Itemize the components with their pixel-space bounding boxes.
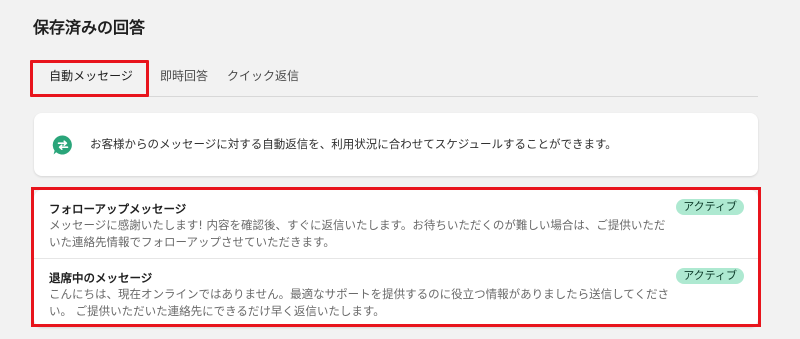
status-badge: アクティブ xyxy=(676,268,744,284)
page-title: 保存済みの回答 xyxy=(33,18,146,37)
message-body: こんにちは、現在オンラインではありません。最適なサポートを提供するのに役立つ情報… xyxy=(49,287,669,318)
chat-bubble-arrows-icon xyxy=(52,135,72,155)
tab-instant-replies[interactable]: 即時回答 xyxy=(156,62,212,95)
message-item-follow-up[interactable]: フォローアップメッセージ メッセージに感謝いたします! 内容を確認後、すぐに返信… xyxy=(34,190,758,259)
status-badge: アクティブ xyxy=(676,199,744,215)
message-title: 退席中のメッセージ xyxy=(49,271,153,285)
tab-label: 即時回答 xyxy=(159,69,208,83)
tab-quick-replies[interactable]: クイック返信 xyxy=(227,62,299,95)
tab-label: クイック返信 xyxy=(227,69,300,83)
tab-bar: 自動メッセージ 即時回答 クイック返信 xyxy=(33,62,758,97)
info-description: お客様からのメッセージに対する自動返信を、利用状況に合わせてスケジュールすること… xyxy=(90,137,617,151)
message-item-away[interactable]: 退席中のメッセージ こんにちは、現在オンラインではありません。最適なサポートを提… xyxy=(34,259,758,327)
message-title: フォローアップメッセージ xyxy=(49,202,187,216)
info-card: お客様からのメッセージに対する自動返信を、利用状況に合わせてスケジュールすること… xyxy=(34,113,758,176)
auto-messages-list: フォローアップメッセージ メッセージに感謝いたします! 内容を確認後、すぐに返信… xyxy=(34,190,758,327)
tab-label: 自動メッセージ xyxy=(49,69,133,83)
active-tab-indicator xyxy=(40,94,142,96)
tab-auto-messages[interactable]: 自動メッセージ xyxy=(40,62,142,96)
message-body: メッセージに感謝いたします! 内容を確認後、すぐに返信いたします。お待ちいただく… xyxy=(49,218,666,249)
